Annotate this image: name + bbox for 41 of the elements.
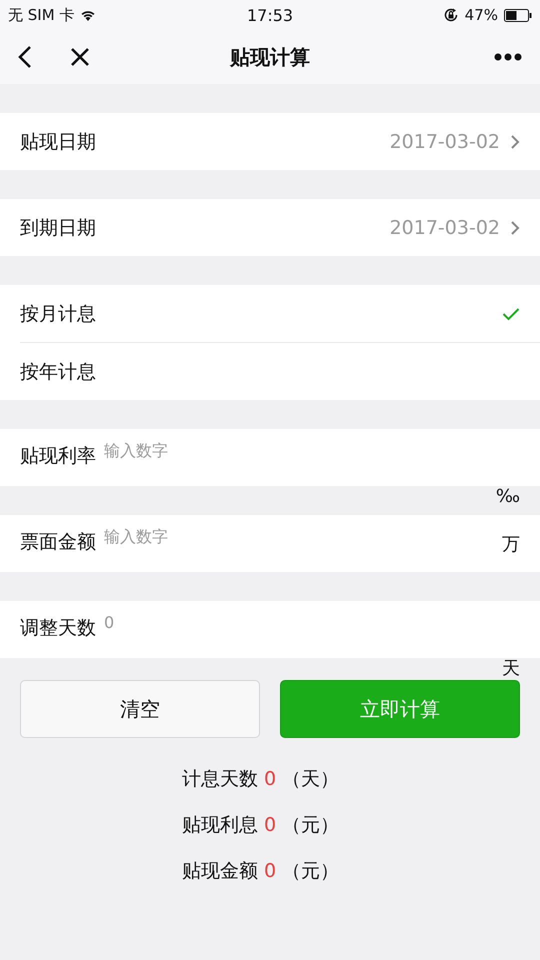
result-unit: （元） bbox=[282, 859, 340, 884]
field-label: 贴现利率 bbox=[20, 444, 96, 469]
date-value: 2017-03-02 bbox=[390, 216, 500, 238]
rotation-lock-icon bbox=[442, 7, 459, 23]
chevron-right-icon bbox=[510, 220, 520, 236]
battery-icon bbox=[504, 8, 532, 22]
row-label: 到期日期 bbox=[20, 216, 96, 240]
close-icon[interactable] bbox=[70, 47, 90, 67]
result-value: 0 bbox=[264, 814, 276, 836]
result-label: 贴现利息 bbox=[182, 813, 258, 838]
chevron-right-icon bbox=[510, 134, 520, 150]
back-icon[interactable] bbox=[18, 45, 32, 69]
page-title: 贴现计算 bbox=[230, 44, 310, 68]
form-row[interactable]: 贴现利率 输入数字 bbox=[0, 429, 540, 486]
carrier-label: 无 SIM 卡 bbox=[8, 6, 74, 24]
result-value: 0 bbox=[264, 860, 276, 882]
input-field[interactable]: 输入数字 bbox=[104, 527, 502, 546]
field-label: 调整天数 bbox=[20, 616, 96, 641]
row-label: 贴现日期 bbox=[20, 130, 96, 154]
result-label: 贴现金额 bbox=[182, 859, 258, 884]
result-value: 0 bbox=[264, 768, 276, 790]
date-row[interactable]: 到期日期 2017-03-02 bbox=[0, 199, 540, 256]
battery-percentage: 47% bbox=[464, 6, 498, 24]
result-unit: （元） bbox=[282, 813, 340, 838]
more-icon[interactable] bbox=[494, 53, 522, 61]
form-row[interactable]: 调整天数 0 bbox=[0, 601, 540, 658]
clock: 17:53 bbox=[246, 6, 294, 24]
form-row[interactable]: 票面金额 输入数字 万 bbox=[0, 515, 540, 572]
radio-option[interactable]: 按年计息 bbox=[0, 343, 540, 400]
date-value: 2017-03-02 bbox=[390, 130, 500, 152]
clear-button[interactable]: 清空 bbox=[20, 680, 260, 738]
result-label: 计息天数 bbox=[182, 767, 258, 792]
unit-label: 万 bbox=[502, 532, 520, 556]
result-unit: （天） bbox=[282, 767, 340, 792]
unit-label: ‰ bbox=[496, 486, 520, 508]
field-label: 票面金额 bbox=[20, 530, 96, 555]
unit-label: 天 bbox=[502, 658, 520, 680]
radio-option[interactable]: 按月计息 bbox=[0, 285, 540, 342]
input-field[interactable]: 输入数字 bbox=[104, 441, 520, 460]
date-row[interactable]: 贴现日期 2017-03-02 bbox=[0, 113, 540, 170]
wifi-icon bbox=[80, 9, 96, 21]
